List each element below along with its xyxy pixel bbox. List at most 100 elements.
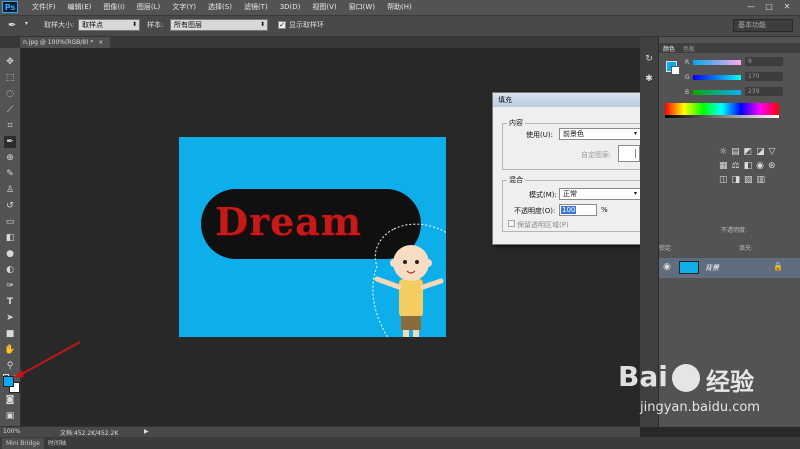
history-panel-icon[interactable]: ↻: [643, 53, 655, 65]
menu-filter[interactable]: 滤镜(T): [238, 0, 274, 15]
threshold-icon[interactable]: ▧: [744, 175, 757, 185]
document-canvas[interactable]: Dream: [179, 137, 446, 337]
menu-window[interactable]: 窗口(W): [343, 0, 381, 15]
opacity-input[interactable]: 100: [559, 204, 597, 216]
minimize-button[interactable]: —: [743, 1, 759, 13]
tab-swatches[interactable]: 色板: [683, 44, 695, 53]
mixer-icon[interactable]: ⊛: [768, 161, 780, 171]
paw-icon: [672, 364, 700, 392]
blur-tool-icon[interactable]: ●: [4, 248, 16, 260]
exposure-icon[interactable]: ◪: [756, 147, 769, 157]
lock-short-label: 锁定:: [659, 245, 674, 252]
document-info: 文档:452.2K/452.2K: [60, 430, 119, 437]
sample-size-value: 取样点: [82, 21, 103, 29]
tool-preset-chevron-icon[interactable]: ▾: [25, 20, 28, 27]
tab-close-icon[interactable]: ×: [98, 39, 103, 46]
menu-select[interactable]: 选择(S): [202, 0, 238, 15]
marquee-tool-icon[interactable]: ⬚: [4, 72, 16, 84]
lasso-tool-icon[interactable]: ◌: [4, 88, 16, 100]
quick-select-tool-icon[interactable]: ⟋: [4, 104, 16, 116]
map-icon[interactable]: ▥: [757, 175, 770, 185]
maximize-button[interactable]: □: [761, 1, 777, 13]
b-value[interactable]: 239: [745, 87, 783, 96]
chevron-down-icon: ⬍: [131, 21, 137, 28]
photoshop-logo: Ps: [2, 1, 18, 13]
g-value[interactable]: 170: [745, 72, 783, 81]
lock-icon: 🔒: [773, 262, 783, 271]
color-spectrum[interactable]: [665, 103, 779, 115]
eraser-tool-icon[interactable]: ▭: [4, 216, 16, 228]
quick-mask-icon[interactable]: ◙: [4, 394, 16, 406]
eyedropper-icon[interactable]: ✒: [8, 20, 22, 32]
move-tool-icon[interactable]: ✥: [4, 56, 16, 68]
levels-icon[interactable]: ▤: [731, 147, 744, 157]
menu-image[interactable]: 图像(I): [97, 0, 131, 15]
gradient-tool-icon[interactable]: ◧: [4, 232, 16, 244]
watermark-url: jingyan.baidu.com: [640, 400, 760, 415]
workspace-select[interactable]: 基本功能: [733, 19, 793, 32]
show-ring-checkbox[interactable]: ✓: [278, 21, 286, 29]
history-brush-icon[interactable]: ↺: [4, 200, 16, 212]
r-slider[interactable]: [693, 60, 741, 65]
watermark-brand-right: 经验: [706, 368, 754, 396]
hue-icon[interactable]: ▦: [719, 161, 732, 171]
preserve-transparency-checkbox[interactable]: [508, 220, 515, 227]
menu-bar: Ps 文件(F) 编辑(E) 图像(I) 图层(L) 文字(Y) 选择(S) 滤…: [0, 0, 800, 16]
eye-icon[interactable]: ◉: [663, 262, 671, 272]
crop-tool-icon[interactable]: ⌗: [4, 120, 16, 132]
g-label: G: [685, 74, 690, 81]
custom-pattern-picker: [618, 145, 640, 162]
curves-icon[interactable]: ◩: [744, 147, 757, 157]
brightness-icon[interactable]: ☼: [719, 147, 731, 157]
eyedropper-tool-icon[interactable]: ✒: [4, 136, 16, 148]
vibrance-icon[interactable]: ▽: [769, 147, 780, 157]
type-tool-icon[interactable]: T: [4, 296, 16, 308]
baidu-watermark: Bai 经验 jingyan.baidu.com: [614, 356, 800, 426]
stamp-tool-icon[interactable]: ♙: [4, 184, 16, 196]
menu-edit[interactable]: 编辑(E): [62, 0, 98, 15]
workspace-value: 基本功能: [738, 21, 766, 29]
balance-icon[interactable]: ⚖: [732, 161, 744, 171]
bw-icon[interactable]: ◧: [744, 161, 757, 171]
close-button[interactable]: ✕: [779, 1, 795, 13]
menu-file[interactable]: 文件(F): [26, 0, 62, 15]
panel-background-swatch[interactable]: [671, 66, 680, 75]
menu-view[interactable]: 视图(V): [306, 0, 342, 15]
b-label: B: [685, 89, 690, 96]
status-menu-arrow-icon[interactable]: ▶: [144, 428, 149, 435]
posterize-icon[interactable]: ◨: [732, 175, 745, 185]
r-value[interactable]: 9: [745, 57, 783, 66]
menu-3d[interactable]: 3D(D): [274, 0, 307, 15]
menu-layer[interactable]: 图层(L): [131, 0, 166, 15]
menu-type[interactable]: 文字(Y): [166, 0, 202, 15]
invert-icon[interactable]: ◫: [719, 175, 732, 185]
mode-select[interactable]: 正常 ▾: [559, 188, 641, 200]
g-slider[interactable]: [693, 75, 741, 80]
menu-help[interactable]: 帮助(H): [381, 0, 418, 15]
tab-color[interactable]: 颜色: [663, 44, 675, 53]
mode-value: 正常: [563, 190, 577, 198]
path-select-tool-icon[interactable]: ➤: [4, 312, 16, 324]
healing-tool-icon[interactable]: ⊕: [4, 152, 16, 164]
dialog-title: 填充: [498, 96, 512, 104]
color-panel-tabs: 颜色 色板: [659, 43, 800, 53]
tab-timeline[interactable]: 时间轴: [44, 438, 70, 449]
menu-list: 文件(F) 编辑(E) 图像(I) 图层(L) 文字(Y) 选择(S) 滤镜(T…: [26, 0, 418, 15]
tab-mini-bridge[interactable]: Mini Bridge: [2, 438, 44, 449]
screen-mode-icon[interactable]: ▣: [4, 410, 16, 422]
sample-select[interactable]: 所有图层 ⬍: [170, 19, 268, 31]
dodge-tool-icon[interactable]: ◐: [4, 264, 16, 276]
opacity-label: 不透明度(O):: [514, 207, 556, 215]
sample-size-select[interactable]: 取样点 ⬍: [78, 19, 140, 31]
properties-panel-icon[interactable]: ✱: [643, 73, 655, 85]
bottom-panel-tabs: [0, 437, 800, 449]
document-tab[interactable]: n.jpg @ 100%(RGB/8) * ×: [20, 37, 110, 48]
photo-filter-icon[interactable]: ◉: [756, 161, 768, 171]
layer-row-background[interactable]: ◉ 背景 🔒: [659, 258, 800, 278]
zoom-level[interactable]: 100%: [3, 428, 20, 435]
pen-tool-icon[interactable]: ✑: [4, 280, 16, 292]
use-select[interactable]: 前景色 ▾: [559, 128, 641, 140]
b-slider[interactable]: [693, 90, 741, 95]
brush-tool-icon[interactable]: ✎: [4, 168, 16, 180]
grayscale-ramp[interactable]: [665, 115, 779, 118]
